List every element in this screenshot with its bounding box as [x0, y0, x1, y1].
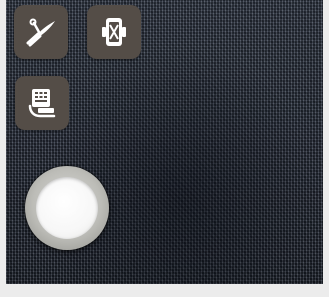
card-reader-button[interactable]: [15, 76, 69, 130]
shutter-inner: [36, 177, 98, 239]
shutter-button[interactable]: [25, 166, 109, 250]
phone-device-button[interactable]: [87, 5, 141, 59]
camera-screen: [0, 0, 329, 297]
phone-battery-icon: [99, 15, 129, 49]
wire-cutter-icon: [24, 17, 58, 47]
card-reader-icon: [26, 86, 58, 120]
wire-cutter-button[interactable]: [14, 5, 68, 59]
